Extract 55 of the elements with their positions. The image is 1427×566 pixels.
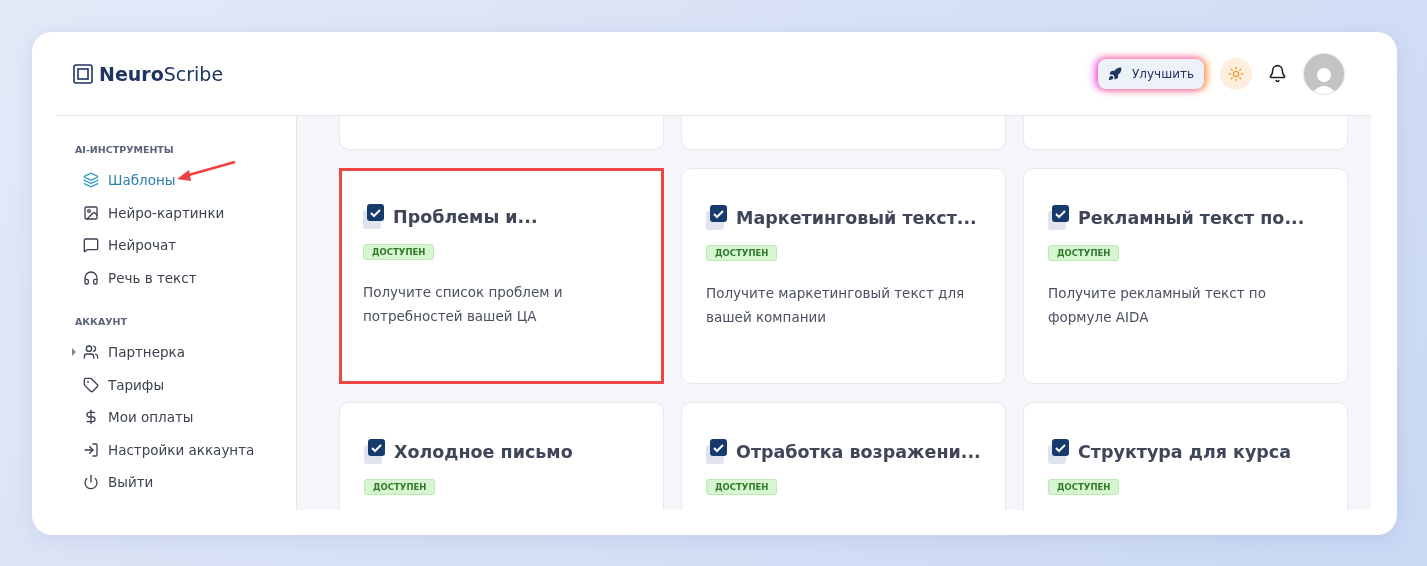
sidebar-item[interactable]: Настройки аккаунта [75, 433, 296, 466]
notification-bell-icon[interactable] [1268, 64, 1287, 83]
expand-caret-icon[interactable] [72, 348, 76, 357]
sidebar-item[interactable]: Речь в текст [75, 261, 296, 294]
layers-icon [83, 172, 99, 189]
template-card[interactable]: Проблемы и... ДОСТУПЕН Получите список проблем и потребностей вашей ЦА [339, 168, 664, 384]
template-description: Получите список проблем и потребностей вашей ЦА [363, 283, 564, 326]
status-badge: ДОСТУПЕН [1048, 479, 1120, 495]
template-description: Получите рекламный текст по формуле AIDA [1048, 284, 1267, 327]
template-title: Отработка возражени... [736, 442, 981, 462]
sidebar-item[interactable]: Нейрочат [75, 229, 296, 262]
template-title: Проблемы и... [393, 207, 538, 227]
template-title: Структура для курса [1078, 442, 1292, 462]
template-card[interactable]: Маркетинговый текст... ДОСТУПЕН Получите маркетинговый текст для вашей компании [681, 168, 1006, 384]
sidebar-item[interactable]: Выйти [75, 466, 296, 499]
sidebar-section-title: AI-ИНСТРУМЕНТЫ [75, 144, 175, 155]
sign-in-icon [83, 441, 99, 458]
sidebar-item[interactable]: Нейро-картинки [75, 196, 296, 229]
upgrade-button[interactable]: Улучшить [1098, 58, 1204, 89]
brand-name: NeuroScribe [99, 62, 224, 85]
template-card[interactable]: Холодное письмо ДОСТУПЕН [339, 402, 664, 510]
status-badge: ДОСТУПЕН [706, 479, 778, 495]
users-icon [83, 344, 99, 361]
template-title: Рекламный текст по... [1078, 208, 1305, 228]
template-card[interactable]: Отработка возражени... ДОСТУПЕН [681, 402, 1006, 510]
checkbox-note-icon [363, 204, 385, 230]
checkbox-note-icon [1048, 205, 1070, 231]
sidebar-item[interactable]: Партнерка [75, 336, 296, 369]
template-title: Холодное письмо [394, 442, 573, 462]
dollar-icon [83, 409, 99, 426]
checkbox-note-icon [364, 439, 386, 465]
status-badge: ДОСТУПЕН [364, 479, 436, 495]
status-badge: ДОСТУПЕН [363, 244, 435, 260]
power-icon [83, 474, 99, 491]
rocket-icon [1108, 66, 1122, 81]
checkbox-note-icon [706, 439, 728, 465]
chat-bubble-icon [83, 237, 99, 254]
logo-icon [73, 63, 93, 84]
theme-toggle-button[interactable] [1220, 57, 1252, 90]
sun-icon [1228, 65, 1244, 82]
checkbox-note-icon [706, 205, 728, 231]
status-badge: ДОСТУПЕН [706, 245, 778, 261]
image-icon [83, 204, 99, 221]
sidebar-item[interactable]: Тарифы [75, 368, 296, 401]
template-title: Маркетинговый текст... [736, 208, 977, 228]
sidebar-item[interactable]: Шаблоны [75, 164, 296, 197]
status-badge: ДОСТУПЕН [1048, 245, 1120, 261]
checkbox-note-icon [1048, 439, 1070, 465]
headphones-icon [83, 269, 99, 286]
template-description: Получите маркетинговый текст для вашей компании [706, 284, 966, 327]
template-card[interactable]: Структура для курса ДОСТУПЕН [1023, 402, 1348, 510]
template-card[interactable]: Рекламный текст по... ДОСТУПЕН Получите рекламный текст по формуле AIDA [1023, 168, 1348, 384]
sidebar-item[interactable]: Мои оплаты [75, 401, 296, 434]
sidebar-section-title: АККАУНТ [75, 316, 128, 327]
tag-icon [83, 376, 99, 393]
